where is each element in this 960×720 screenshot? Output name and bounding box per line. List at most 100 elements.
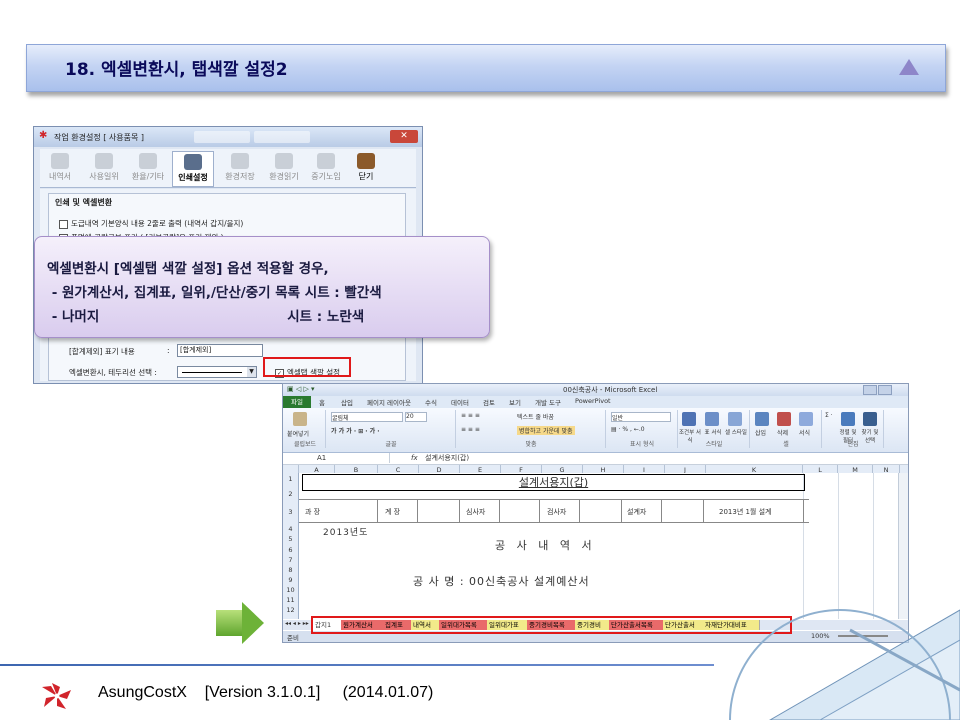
row-header[interactable]: 8 [283,566,298,574]
table-format-icon[interactable] [705,412,719,426]
arrow-head-icon [242,602,264,644]
format-icon[interactable] [799,412,813,426]
row-header[interactable]: 11 [283,596,298,604]
cell-style-label[interactable]: 셀 스타일 [725,428,747,436]
tab-powerpivot[interactable]: PowerPivot [575,397,611,405]
approval-cell: 설계자 [627,508,647,516]
highlight-box [263,357,351,377]
row-header[interactable]: 4 [283,525,298,533]
chevron-down-icon[interactable]: ▼ [247,367,256,377]
number-format-select[interactable]: 일반 [611,412,671,422]
format-label[interactable]: 서식 [799,428,810,437]
fx-icon[interactable]: fx [411,453,418,463]
tab-developer[interactable]: 개발 도구 [535,397,561,407]
approval-cell: 검사자 [547,508,567,516]
name-box[interactable]: A1 [297,453,390,463]
border-select[interactable]: ▼ [177,366,257,378]
subtotal-input[interactable]: [합계제외] [177,344,263,357]
ribbon: 붙여넣기 클립보드 굴림체 20 가 가 가 · ⊞ · 가 · 글꼴 텍스트 … [283,408,908,453]
tab-nav-icon[interactable]: ◂◂ ◂ ▸ ▸▸ [285,620,309,627]
paste-icon[interactable] [293,412,307,426]
close-icon[interactable]: ✕ [390,130,418,143]
number-icons[interactable]: ▤ · % , ←.0 [611,426,645,433]
quick-access-icon[interactable]: ▣ ◁ ▷ ▾ [287,385,315,393]
toolbar-label: 사용일위 [89,172,119,181]
grid-line [803,473,804,619]
row-header[interactable]: 5 [283,535,298,543]
toolbar-item-print-settings[interactable]: 인쇄설정 [172,151,214,187]
paste-label[interactable]: 붙여넣기 [287,429,309,438]
row-header[interactable]: 9 [283,576,298,584]
conditional-format-icon[interactable] [682,412,696,426]
font-size-select[interactable]: 20 [405,412,427,422]
formula-input[interactable]: 설계서용지(갑) [425,453,469,463]
worksheet-grid[interactable]: 설계서용지(갑) 과 장 계 장 심사자 검사자 설계자 2013년 1월 설계… [299,473,899,619]
callout-line: - 원가계산서, 집계표, 일위,/단산/중기 목록 시트 : 빨간색 [47,285,382,301]
delete-icon[interactable] [777,412,791,426]
tab-page-layout[interactable]: 페이지 레이아웃 [367,397,411,407]
toolbar-label: 환율/기타 [131,172,165,181]
footer-divider [0,664,714,666]
toolbar-item-used-units[interactable]: 사용일위 [84,151,124,185]
approval-cell: 2013년 1월 설계 [719,508,772,516]
row-header[interactable]: 12 [283,606,298,614]
sum-icon[interactable]: Σ · [825,412,833,419]
toolbar-item-save-env[interactable]: 환경저장 [220,151,260,185]
tab-data[interactable]: 데이터 [451,397,469,407]
insert-icon[interactable] [755,412,769,426]
cell-style-icon[interactable] [728,412,742,426]
find-icon[interactable] [863,412,877,426]
subtotal-colon: : [167,346,170,355]
cell-border [459,500,460,522]
tab-file[interactable]: 파일 [283,396,311,408]
row-header[interactable]: 2 [283,490,298,498]
align-icon[interactable]: ≡ ≡ ≡ [461,426,480,433]
wrap-text-button[interactable]: 텍스트 줄 바꿈 [517,412,554,421]
checkbox[interactable] [59,219,68,229]
sheet-title-cell[interactable]: 설계서용지(갑) [302,474,805,491]
sort-filter-icon[interactable] [841,412,855,426]
excel-window-title: 00신축공사 - Microsoft Excel [563,386,658,394]
tab-view[interactable]: 보기 [509,397,521,407]
tab-formulas[interactable]: 수식 [425,397,437,407]
option-two-line[interactable]: 도급내역 기본양식 내용 2줄로 출력 (내역서 갑지/을지) [59,218,243,229]
vertical-scrollbar[interactable] [898,473,908,619]
grid-line [873,473,874,619]
collapse-triangle-icon[interactable] [899,59,919,75]
font-name-select[interactable]: 굴림체 [331,412,403,422]
footer-version-text: AsungCostX [Version 3.1.0.1] (2014.01.07… [98,684,434,701]
cell-border [661,500,662,522]
row-header[interactable]: 1 [283,475,298,483]
toolbar-item-close[interactable]: 닫기 [346,151,386,185]
table-format-label[interactable]: 표 서식 [702,428,724,436]
cell-border [703,500,704,522]
format-buttons-icon[interactable]: 가 가 가 · ⊞ · 가 · [331,426,380,435]
toolbar-label: 중기노임 [311,172,341,181]
list-icon [95,153,113,169]
group-label: 맞춤 [525,441,537,448]
minimize-icon[interactable] [863,385,877,395]
gear-icon [139,153,157,169]
toolbar-item-naeyeokseo[interactable]: 내역서 [40,151,80,185]
tab-home[interactable]: 홈 [319,397,325,407]
window-buttons [862,385,904,407]
row-header[interactable]: 6 [283,546,298,554]
align-icon[interactable]: ≡ ≡ ≡ [461,412,480,419]
toolbar-item-equipment[interactable]: 중기노임 [306,151,346,185]
delete-label[interactable]: 삭제 [777,428,788,437]
toolbar-item-load-env[interactable]: 환경읽기 [264,151,304,185]
toolbar-item-exchange[interactable]: 환율/기타 [128,151,168,185]
row-header[interactable]: 10 [283,586,298,594]
tab-insert[interactable]: 삽입 [341,397,353,407]
group-label: 클립보드 [293,441,317,448]
maximize-icon[interactable] [878,385,892,395]
row-header[interactable]: 7 [283,556,298,564]
row-header[interactable]: 3 [283,508,298,516]
insert-label[interactable]: 삽입 [755,428,766,437]
group-alignment: 텍스트 줄 바꿈 병합하고 가운데 맞춤 ≡ ≡ ≡ ≡ ≡ ≡ 맞춤 [457,410,606,448]
merge-center-button[interactable]: 병합하고 가운데 맞춤 [517,426,575,435]
tab-review[interactable]: 검토 [483,397,495,407]
cell-border [539,500,540,522]
formula-bar: A1 fx 설계서용지(갑) [283,453,908,465]
group-font: 굴림체 20 가 가 가 · ⊞ · 가 · 글꼴 [327,410,456,448]
